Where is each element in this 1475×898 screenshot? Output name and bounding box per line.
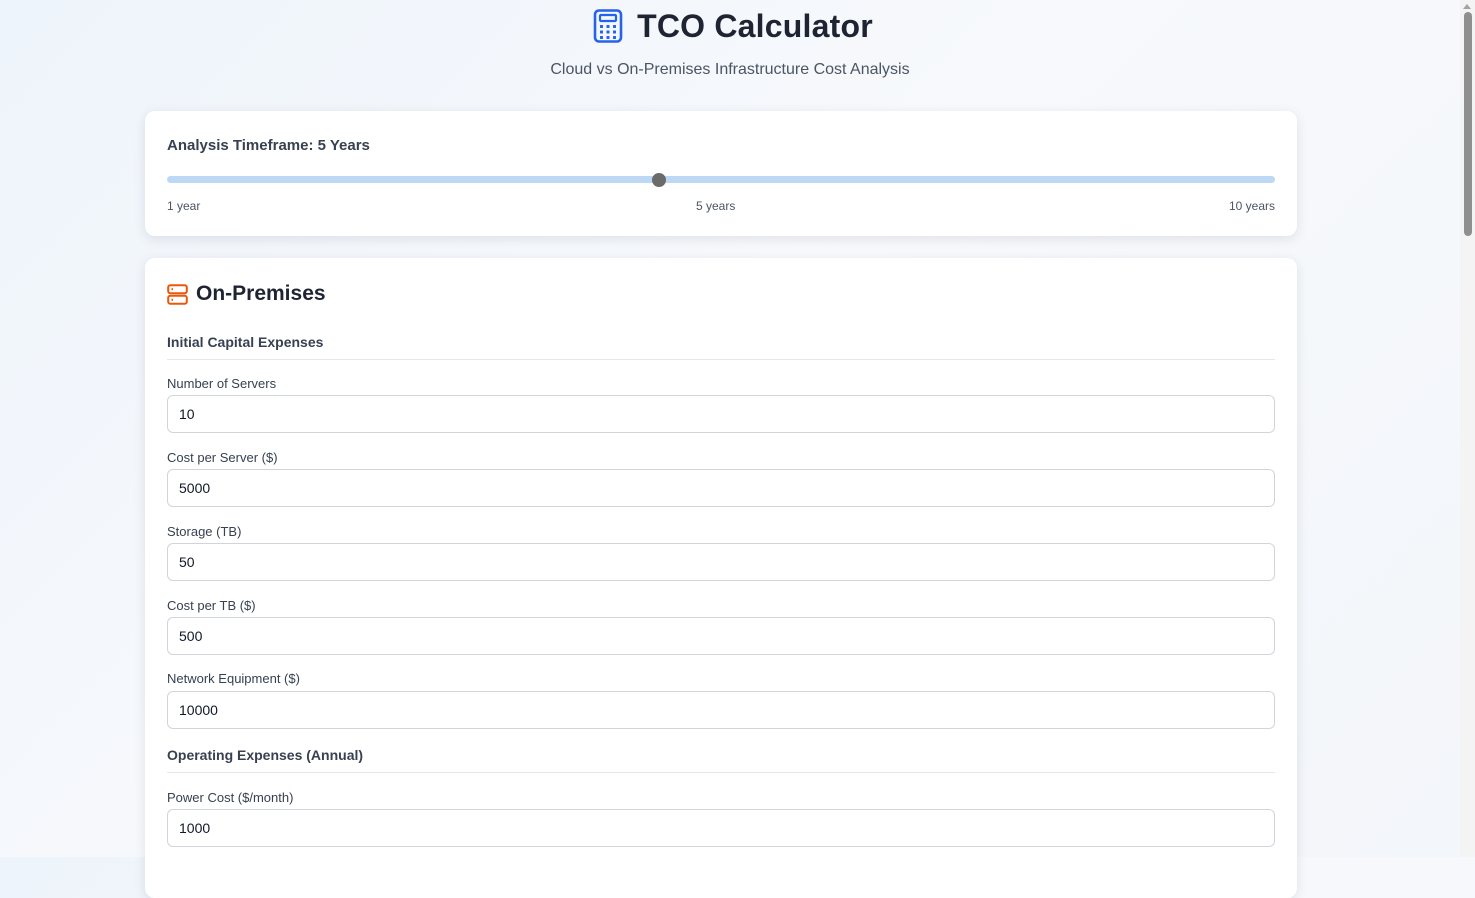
tick-label-mid: 5 years	[696, 199, 736, 213]
network-equipment-label: Network Equipment ($)	[167, 671, 300, 686]
cost-per-tb-label: Cost per TB ($)	[167, 598, 256, 613]
title-row: TCO Calculator	[0, 7, 1460, 45]
storage-input[interactable]	[167, 543, 1275, 581]
timeframe-label: Analysis Timeframe: 5 Years	[167, 137, 370, 154]
page-title: TCO Calculator	[637, 7, 873, 44]
page-scrollbar[interactable]	[1460, 0, 1475, 857]
section-title: On-Premises	[196, 282, 326, 305]
page-subtitle: Cloud vs On-Premises Infrastructure Cost…	[550, 61, 910, 78]
power-cost-label: Power Cost ($/month)	[167, 790, 294, 805]
cost-per-tb-input[interactable]	[167, 617, 1275, 655]
page-header: TCO Calculator Cloud vs On-Premises Infr…	[0, 0, 1460, 79]
calculator-icon	[593, 9, 623, 43]
operating-expenses-heading: Operating Expenses (Annual)	[167, 747, 1275, 773]
server-cost-label: Cost per Server ($)	[167, 450, 278, 465]
timeframe-slider-thumb[interactable]	[652, 173, 666, 187]
on-premises-heading: On-Premises	[167, 282, 326, 306]
network-equipment-input[interactable]	[167, 691, 1275, 729]
server-cost-input[interactable]	[167, 469, 1275, 507]
capital-expenses-heading: Initial Capital Expenses	[167, 334, 1275, 360]
on-premises-card: On-Premises Initial Capital Expenses Num…	[145, 258, 1297, 898]
scrollbar-thumb[interactable]	[1464, 12, 1472, 236]
servers-count-input[interactable]	[167, 395, 1275, 433]
server-icon	[167, 283, 188, 305]
servers-count-label: Number of Servers	[167, 376, 277, 391]
timeframe-card: Analysis Timeframe: 5 Years 1 year 5 yea…	[145, 111, 1297, 236]
tick-label-max: 10 years	[1228, 199, 1275, 213]
storage-label: Storage (TB)	[167, 524, 242, 539]
power-cost-input[interactable]	[167, 809, 1275, 847]
tick-label-min: 1 year	[167, 199, 201, 213]
scroll-up-arrow-icon[interactable]	[1463, 4, 1471, 9]
timeframe-slider-track[interactable]	[167, 176, 1275, 183]
